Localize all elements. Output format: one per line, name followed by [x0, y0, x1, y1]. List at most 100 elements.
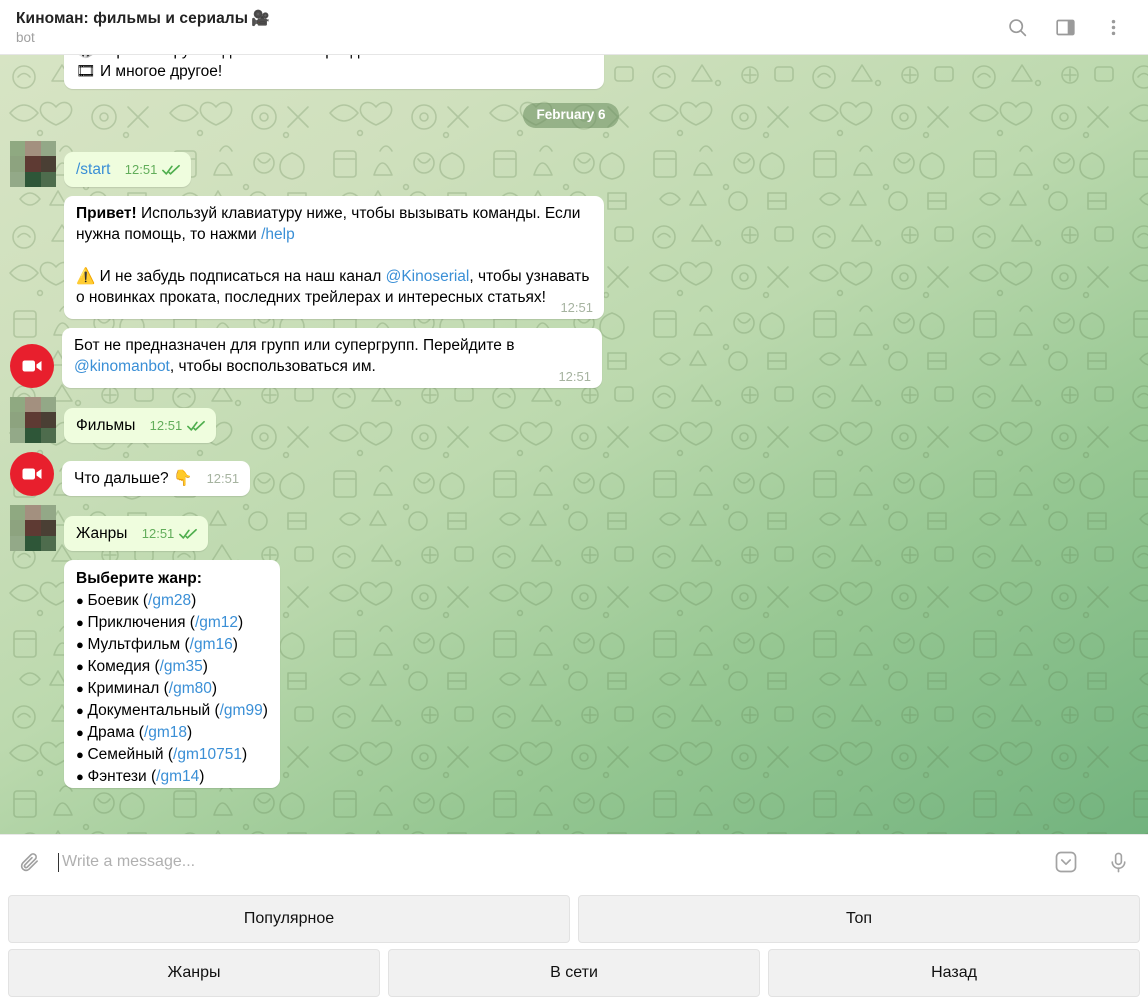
message-row-welcome: Привет! Используй клавиатуру ниже, чтобы…: [10, 196, 1132, 319]
message-bubble[interactable]: /start 12:51: [64, 152, 192, 187]
avatar[interactable]: [10, 505, 56, 551]
genre-name: Мультфильм (: [87, 636, 190, 653]
message-bubble[interactable]: 🎲 Играй в игру "Угадай кино" и "Правда и…: [64, 55, 604, 89]
bullet-icon: ●: [76, 747, 88, 762]
bullet-icon: ●: [76, 615, 88, 630]
genre-name: Фэнтези (: [87, 768, 157, 785]
message-time: 12:51: [206, 471, 240, 486]
genre-item: ● Приключения (/gm12): [76, 612, 268, 634]
avatar-pixel-blocks: [10, 141, 56, 187]
read-checks-icon: [187, 420, 206, 432]
genre-list: ● Боевик (/gm28) ● Приключения (/gm12) ● М…: [76, 590, 268, 788]
genre-command-link[interactable]: /gm99: [220, 702, 263, 719]
bullet-icon: ●: [76, 593, 88, 608]
avatar-pixel-blocks: [10, 397, 56, 443]
bot-keyboard-toggle-icon[interactable]: [1052, 848, 1080, 876]
genre-list-bubble[interactable]: Выберите жанр: ● Боевик (/gm28) ● Приключ…: [64, 560, 280, 788]
microphone-icon[interactable]: [1104, 848, 1132, 876]
genre-command-link[interactable]: /gm28: [148, 592, 191, 609]
welcome-paragraph-2: ⚠️ И не забудь подписаться на наш канал …: [76, 266, 593, 315]
genre-command-link[interactable]: /gm10751: [173, 746, 242, 763]
read-checks-icon: [162, 164, 181, 176]
genre-paren: ): [262, 702, 268, 719]
message-row-films: Фильмы 12:51: [10, 397, 1132, 443]
message-row-start: /start 12:51: [10, 141, 1132, 187]
genre-item: ● Драма (/gm18): [76, 722, 268, 744]
bot-avatar[interactable]: [10, 344, 54, 388]
avatar[interactable]: [10, 141, 56, 187]
help-command-link[interactable]: /help: [261, 226, 295, 243]
genre-command-link[interactable]: /gm14: [156, 768, 199, 785]
bot-reply-keyboard: Популярное Топ Жанры В сети Назад: [0, 889, 1148, 1005]
keyboard-button-back[interactable]: Назад: [768, 949, 1140, 997]
chat-header-info[interactable]: Киноман: фильмы и сериалы 🎥 bot: [16, 9, 1004, 46]
search-icon[interactable]: [1004, 14, 1030, 40]
message-time: 12:51: [141, 526, 175, 541]
keyboard-button-popular[interactable]: Популярное: [8, 895, 570, 943]
paperclip-icon[interactable]: [14, 847, 44, 877]
composer-actions: [1040, 848, 1132, 876]
genre-item: ● Семейный (/gm10751): [76, 744, 268, 766]
channel-mention-link[interactable]: @Kinoserial: [386, 268, 470, 285]
genre-name: Документальный (: [87, 702, 220, 719]
message-bubble[interactable]: Жанры 12:51: [64, 516, 209, 551]
sidebar-toggle-icon[interactable]: [1052, 14, 1078, 40]
message-meta: 12:51: [150, 415, 206, 436]
command-link[interactable]: /start: [76, 161, 110, 178]
message-meta: 12:51: [207, 468, 240, 489]
chat-message-area: 🎲 Играй в игру "Угадай кино" и "Правда и…: [0, 55, 1148, 834]
message-row-clipped: 🎲 Играй в игру "Угадай кино" и "Правда и…: [10, 55, 1132, 89]
genre-name: Семейный (: [87, 746, 174, 763]
message-row-genre-list: Выберите жанр: ● Боевик (/gm28) ● Приключ…: [10, 560, 1132, 788]
keyboard-button-online[interactable]: В сети: [388, 949, 760, 997]
message-bubble[interactable]: Что дальше? 👇 12:51: [62, 461, 251, 496]
welcome-greeting: Привет!: [76, 205, 137, 222]
message-bubble[interactable]: Фильмы 12:51: [64, 408, 217, 443]
genre-item: ● Документальный (/gm99): [76, 700, 268, 722]
bot-avatar[interactable]: [10, 452, 54, 496]
bullet-icon: ●: [76, 725, 88, 740]
search-input-placeholder: Write a message...: [62, 853, 196, 870]
bot-mention-link[interactable]: @kinomanbot: [74, 358, 170, 375]
genre-paren: ): [232, 636, 238, 653]
keyboard-button-top[interactable]: Топ: [578, 895, 1140, 943]
date-label: February 6: [523, 103, 619, 128]
video-camera-icon: [22, 468, 42, 480]
text-cursor: [58, 852, 59, 872]
message-row-group-notice: Бот не предназначен для групп или суперг…: [10, 328, 1132, 388]
avatar[interactable]: [10, 397, 56, 443]
message-meta: 12:51: [142, 523, 198, 544]
genre-name: Приключения (: [87, 614, 195, 631]
message-time: 12:51: [560, 300, 593, 315]
movie-camera-icon: 🎥: [251, 9, 270, 27]
notice-text-post: , чтобы воспользоваться им.: [169, 358, 376, 375]
bullet-icon: ●: [76, 703, 88, 718]
message-meta: 12:51: [560, 297, 593, 318]
genre-command-link[interactable]: /gm16: [190, 636, 233, 653]
keyboard-button-genres[interactable]: Жанры: [8, 949, 380, 997]
message-meta: 12:51: [125, 159, 181, 180]
genre-command-link[interactable]: /gm80: [169, 680, 212, 697]
message-bubble[interactable]: Привет! Используй клавиатуру ниже, чтобы…: [64, 196, 604, 319]
bullet-icon: ●: [76, 769, 88, 784]
welcome-text-2: ⚠️ И не забудь подписаться на наш канал: [76, 268, 386, 285]
genre-command-link[interactable]: /gm35: [160, 658, 203, 675]
genre-list-title: Выберите жанр:: [76, 570, 202, 587]
message-input-wrapper[interactable]: Write a message...: [58, 835, 1040, 889]
genre-command-link[interactable]: /gm18: [144, 724, 187, 741]
message-meta: 12:51: [558, 366, 591, 387]
avatar-pixel-blocks: [10, 505, 56, 551]
welcome-text-1: Используй клавиатуру ниже, чтобы вызыват…: [76, 205, 581, 243]
message-list: 🎲 Играй в игру "Угадай кино" и "Правда и…: [0, 55, 1148, 834]
message-text: Жанры: [76, 525, 128, 542]
welcome-paragraph-1: Привет! Используй клавиатуру ниже, чтобы…: [76, 203, 593, 245]
genre-paren: ): [238, 614, 244, 631]
more-vertical-icon[interactable]: [1100, 14, 1126, 40]
genre-paren: ): [199, 768, 205, 785]
message-bubble[interactable]: Бот не предназначен для групп или суперг…: [62, 328, 602, 388]
date-divider: February 6: [10, 103, 1132, 128]
genre-command-link[interactable]: /gm12: [195, 614, 238, 631]
genre-name: Криминал (: [87, 680, 169, 697]
genre-item: ● Комедия (/gm35): [76, 656, 268, 678]
